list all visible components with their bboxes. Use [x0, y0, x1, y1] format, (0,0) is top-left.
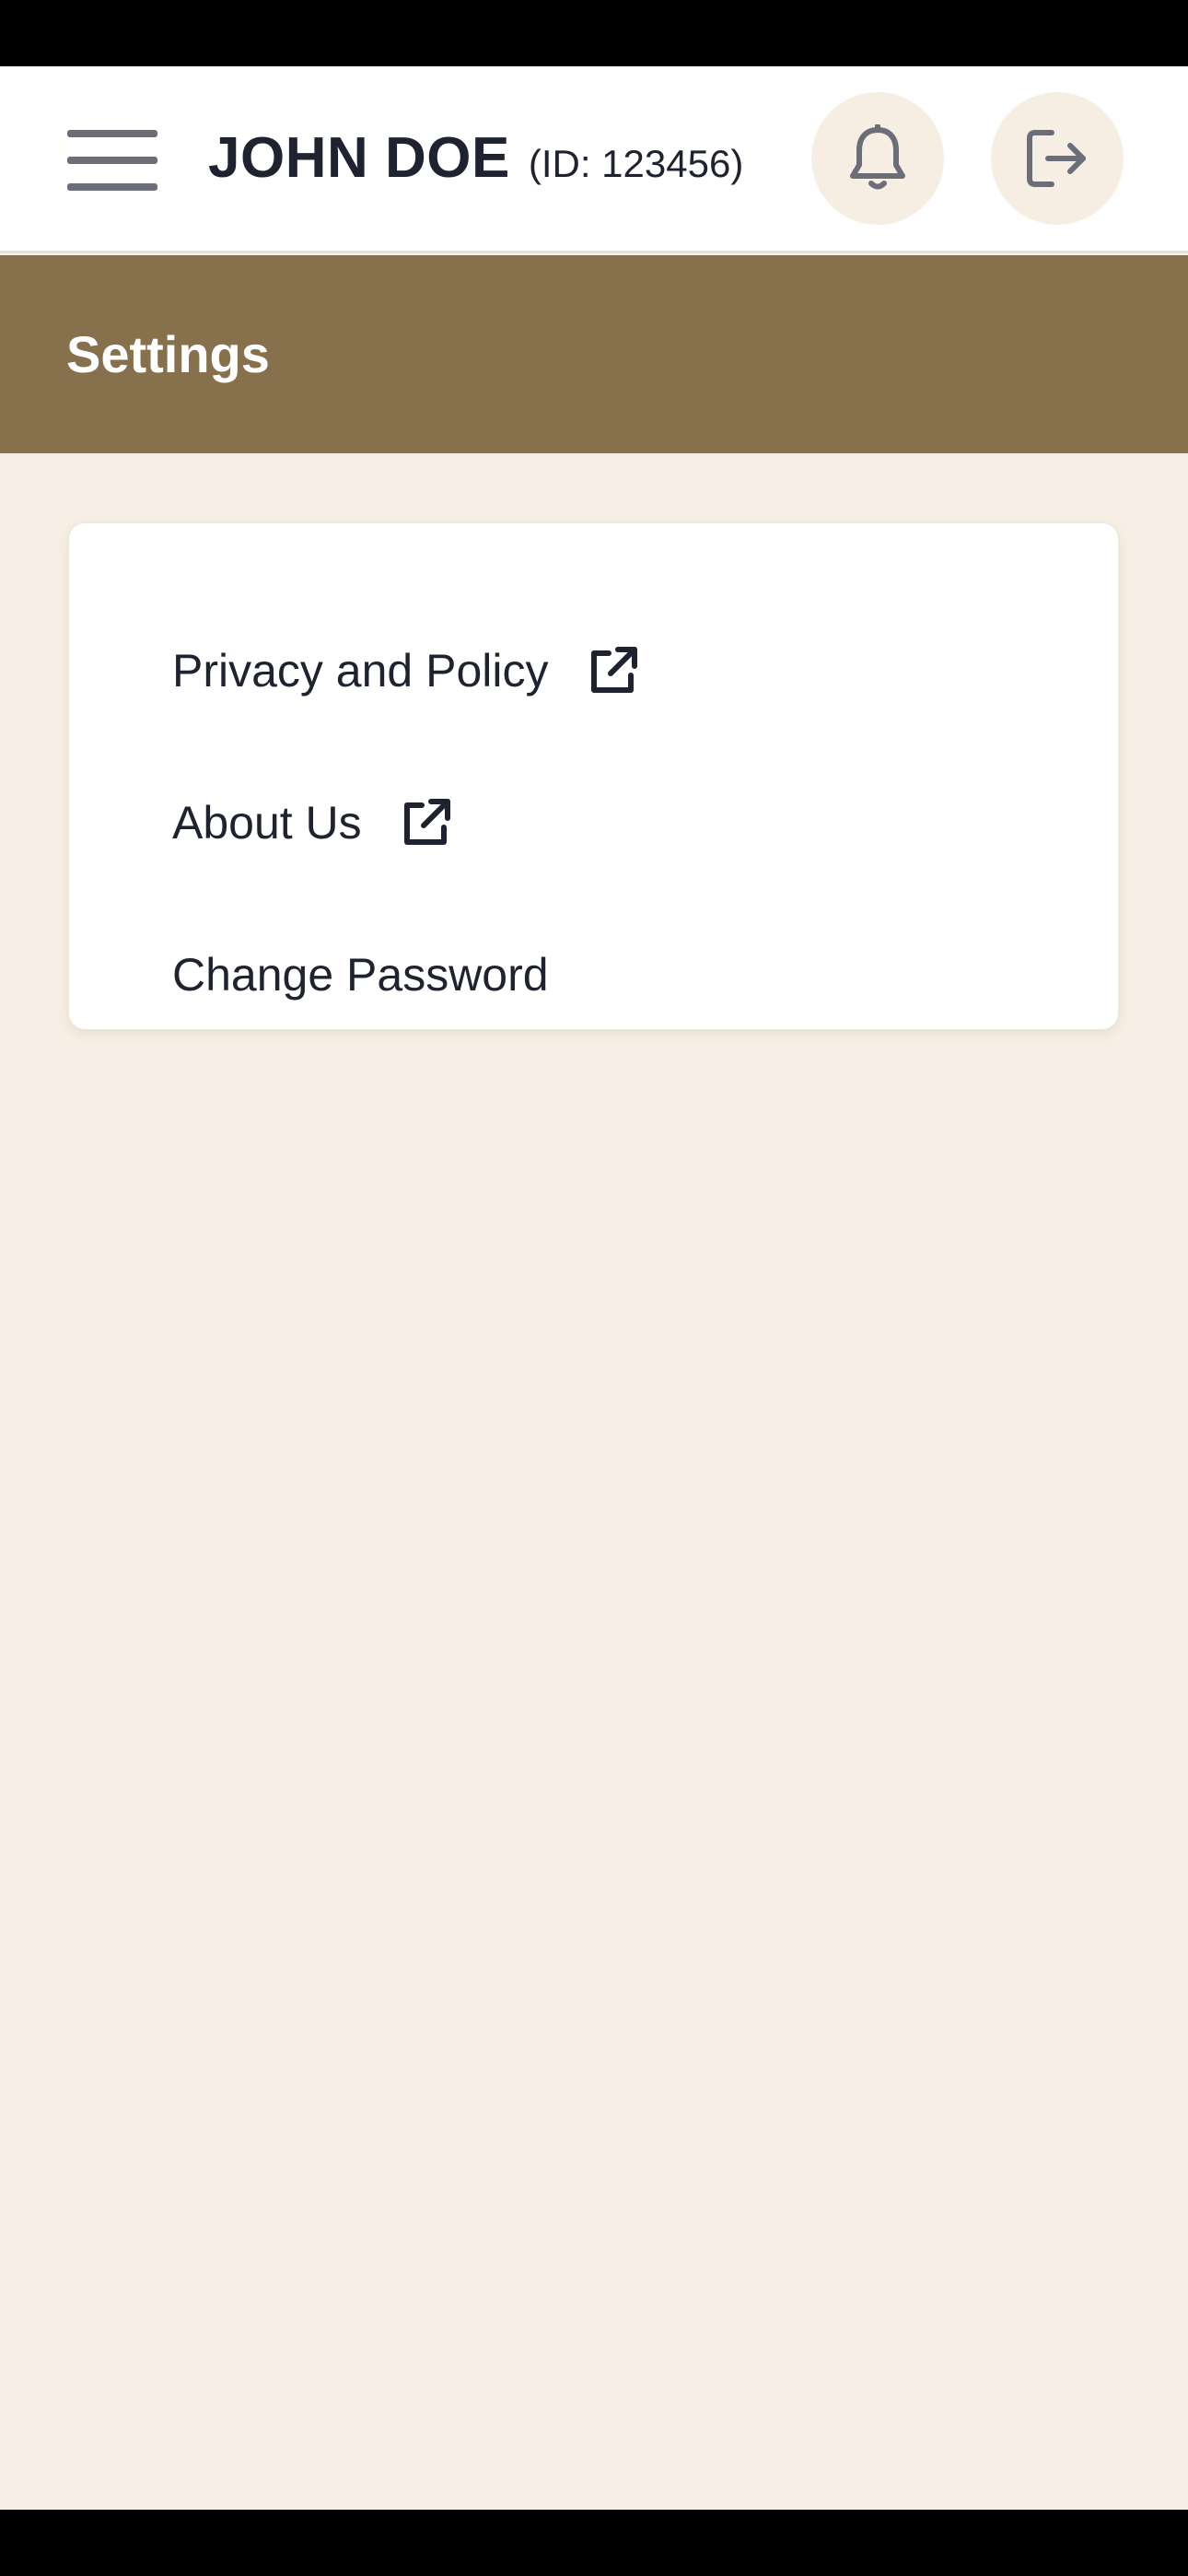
change-password-label: Change Password — [172, 949, 549, 1001]
settings-banner: Settings — [0, 255, 1188, 453]
user-id: (ID: 123456) — [528, 142, 744, 185]
user-name: JOHN DOE — [208, 126, 510, 190]
about-us-link[interactable]: About Us — [172, 777, 454, 869]
status-bar — [0, 0, 1188, 66]
privacy-policy-link[interactable]: Privacy and Policy — [172, 625, 641, 717]
about-us-label: About Us — [172, 797, 362, 849]
external-link-icon — [399, 795, 454, 850]
hamburger-menu-icon — [67, 130, 157, 191]
notifications-button[interactable] — [811, 92, 944, 225]
external-link-icon — [586, 643, 641, 698]
navigation-bar — [0, 2510, 1188, 2576]
change-password-link[interactable]: Change Password — [172, 929, 549, 1021]
logout-button[interactable] — [991, 92, 1124, 225]
settings-card: Privacy and Policy About Us Change Passw… — [68, 522, 1119, 1030]
logout-icon — [1027, 130, 1086, 187]
user-title: JOHN DOE (ID: 123456) — [208, 125, 743, 199]
page-title: Settings — [66, 325, 270, 383]
app-header: JOHN DOE (ID: 123456) — [0, 66, 1188, 253]
bell-icon — [850, 124, 905, 190]
menu-button[interactable] — [64, 123, 160, 197]
privacy-policy-label: Privacy and Policy — [172, 645, 549, 697]
